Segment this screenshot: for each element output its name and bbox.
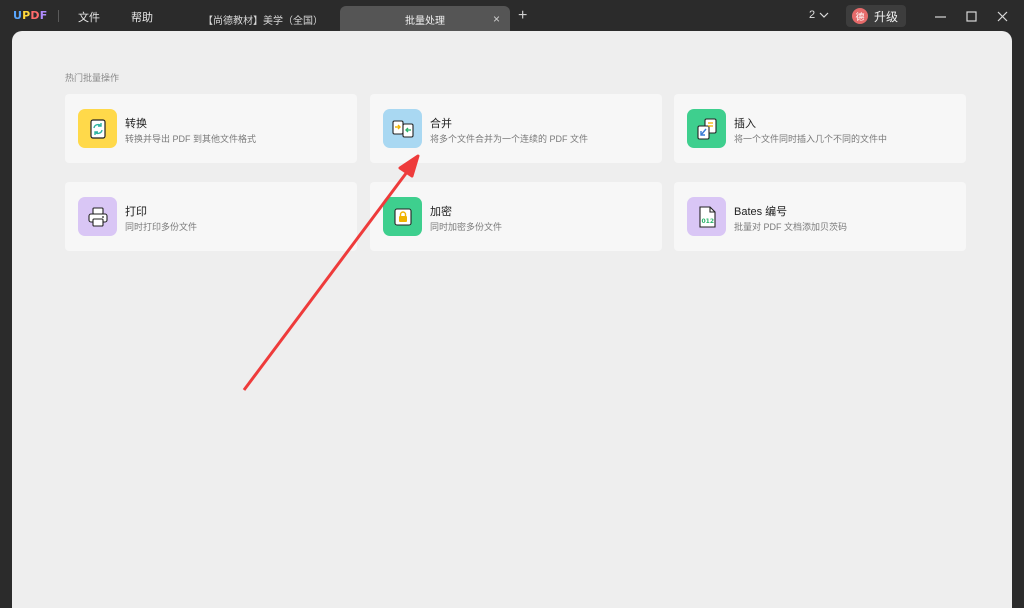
logo-letter-f: F	[39, 9, 48, 22]
card-convert[interactable]: 转换 转换并导出 PDF 到其他文件格式	[65, 94, 357, 163]
logo-letter-u: U	[13, 9, 23, 22]
encrypt-icon	[393, 207, 412, 226]
tab-batch-label: 批量处理	[405, 15, 445, 27]
window-count-dropdown[interactable]: 2	[809, 9, 829, 21]
batch-content-panel: 热门批量操作 转换 转换并导出 PDF 到其他文件格式 合并 将多个文件合并为一…	[12, 31, 1012, 608]
encrypt-icon-badge	[383, 197, 422, 236]
card-description: 同时加密多份文件	[430, 222, 503, 232]
card-bates[interactable]: 012 Bates 编号 批量对 PDF 文档添加贝茨码	[674, 182, 966, 251]
convert-icon	[89, 118, 106, 139]
chevron-down-icon	[819, 12, 829, 18]
window-count: 2	[809, 9, 816, 21]
card-title: 合并	[430, 118, 452, 130]
card-title: 加密	[430, 206, 452, 218]
card-description: 批量对 PDF 文档添加贝茨码	[734, 222, 848, 232]
tab-batch[interactable]: 批量处理 ×	[340, 6, 510, 32]
close-window-button[interactable]	[992, 6, 1012, 26]
bates-icon-badge: 012	[687, 197, 726, 236]
section-label: 热门批量操作	[65, 73, 120, 83]
title-separator	[58, 10, 59, 22]
minimize-button[interactable]	[930, 6, 950, 26]
print-icon	[87, 206, 108, 227]
merge-icon	[391, 119, 414, 138]
logo-letter-d: D	[30, 9, 40, 22]
card-description: 转换并导出 PDF 到其他文件格式	[125, 134, 257, 144]
maximize-button[interactable]	[961, 6, 981, 26]
card-title: 插入	[734, 118, 756, 130]
menu-file[interactable]: 文件	[78, 9, 100, 25]
merge-icon-badge	[383, 109, 422, 148]
convert-icon-badge	[78, 109, 117, 148]
card-title: Bates 编号	[734, 206, 788, 218]
bates-icon-text: 012	[701, 218, 714, 225]
tab-close-icon[interactable]: ×	[493, 12, 500, 26]
card-description: 将一个文件同时插入几个不同的文件中	[734, 134, 888, 144]
card-title: 打印	[125, 206, 147, 218]
card-merge[interactable]: 合并 将多个文件合并为一个连续的 PDF 文件	[370, 94, 662, 163]
avatar: 德	[852, 8, 868, 24]
upgrade-button[interactable]: 德 升级	[846, 5, 906, 27]
tab-document[interactable]: 【尚德教材】美学（全国）	[188, 6, 338, 32]
new-tab-button[interactable]: +	[518, 7, 527, 25]
upgrade-label: 升级	[874, 9, 899, 24]
tab-document-label: 【尚德教材】美学（全国）	[203, 15, 323, 27]
bates-number-icon: 012	[698, 205, 716, 228]
card-insert[interactable]: 插入 将一个文件同时插入几个不同的文件中	[674, 94, 966, 163]
card-description: 将多个文件合并为一个连续的 PDF 文件	[430, 134, 589, 144]
menu-help[interactable]: 帮助	[131, 9, 153, 25]
insert-icon-badge	[687, 109, 726, 148]
card-title: 转换	[125, 118, 147, 130]
insert-icon	[696, 117, 717, 140]
print-icon-badge	[78, 197, 117, 236]
card-description: 同时打印多份文件	[125, 222, 198, 232]
maximize-icon	[965, 10, 977, 22]
card-encrypt[interactable]: 加密 同时加密多份文件	[370, 182, 662, 251]
card-print[interactable]: 打印 同时打印多份文件	[65, 182, 357, 251]
title-bar: UPDF 文件 帮助 【尚德教材】美学（全国） 批量处理 × + 2 德 升级	[0, 0, 1024, 32]
minimize-icon	[934, 15, 946, 18]
updf-logo[interactable]: UPDF	[13, 9, 47, 22]
close-icon	[997, 11, 1007, 21]
